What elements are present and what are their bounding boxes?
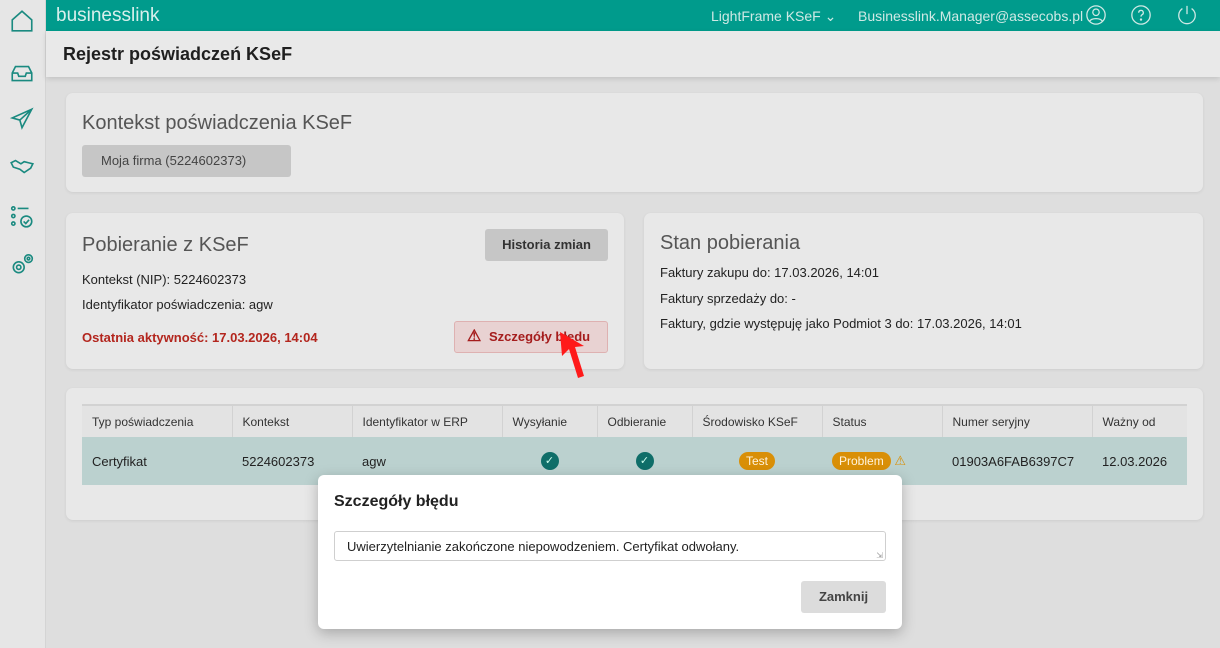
context-nip: Kontekst (NIP): 5224602373 xyxy=(82,272,247,287)
cell-serial: 01903A6FAB6397C7 xyxy=(942,437,1092,485)
status-title: Stan pobierania xyxy=(660,232,801,254)
col-header[interactable]: Identyfikator w ERP xyxy=(352,404,503,437)
resize-handle-icon[interactable]: ⇲ xyxy=(876,551,883,560)
close-button[interactable]: Zamknij xyxy=(801,581,886,613)
col-header[interactable]: Typ poświadczenia xyxy=(82,404,233,437)
cursor-arrow-icon xyxy=(560,332,584,378)
brand-logo[interactable]: businesslink xyxy=(56,5,160,27)
sidebar xyxy=(0,0,46,648)
context-card: Kontekst poświadczenia KSeF Moja firma (… xyxy=(66,93,1203,192)
download-title: Pobieranie z KSeF xyxy=(82,234,249,256)
chevron-down-icon: ⌄ xyxy=(824,8,837,24)
col-header[interactable]: Wysyłanie xyxy=(502,404,598,437)
inbox-icon[interactable] xyxy=(9,60,35,86)
user-email[interactable]: Businesslink.Manager@assecobs.pl xyxy=(858,8,1083,24)
home-icon[interactable] xyxy=(9,8,35,34)
power-icon[interactable] xyxy=(1176,4,1198,26)
dialog-title: Szczegóły błędu xyxy=(334,493,459,510)
col-header[interactable]: Środowisko KSeF xyxy=(692,404,823,437)
check-icon: ✓ xyxy=(540,452,559,470)
context-title: Kontekst poświadczenia KSeF xyxy=(82,112,353,134)
checklist-icon[interactable] xyxy=(9,203,35,229)
table-header-row: Typ poświadczenia Kontekst Identyfikator… xyxy=(82,404,1187,437)
history-button[interactable]: Historia zmian xyxy=(485,229,608,261)
error-message-textarea[interactable]: Uwierzytelnianie zakończone niepowodzeni… xyxy=(334,531,886,561)
app-name: LightFrame KSeF xyxy=(711,8,821,24)
cell-type: Certyfikat xyxy=(82,437,232,485)
context-value: Moja firma (5224602373) xyxy=(101,153,247,168)
page-title: Rejestr poświadczeń KSeF xyxy=(63,44,293,64)
top-bar: businesslink LightFrame KSeF ⌄ Businessl… xyxy=(46,0,1220,31)
settings-icon[interactable] xyxy=(9,251,35,277)
col-header[interactable]: Odbieranie xyxy=(597,404,693,437)
warning-icon[interactable]: ⚠ xyxy=(894,453,906,468)
last-activity: Ostatnia aktywność: 17.03.2026, 14:04 xyxy=(82,330,318,345)
error-details-dialog: Szczegóły błędu Uwierzytelnianie zakończ… xyxy=(318,475,902,629)
status-line: Faktury sprzedaży do: - xyxy=(660,291,796,306)
status-card: Stan pobierania Faktury zakupu do: 17.03… xyxy=(644,213,1203,369)
credentials-table: Typ poświadczenia Kontekst Identyfikator… xyxy=(82,404,1187,485)
col-header[interactable]: Numer seryjny xyxy=(942,404,1093,437)
app-switcher[interactable]: LightFrame KSeF ⌄ xyxy=(711,8,836,25)
cell-valid-from: 12.03.2026 xyxy=(1092,437,1187,485)
env-badge: Test xyxy=(738,452,775,470)
help-icon[interactable] xyxy=(1130,4,1152,26)
status-line: Faktury zakupu do: 17.03.2026, 14:01 xyxy=(660,265,879,280)
error-message: Uwierzytelnianie zakończone niepowodzeni… xyxy=(347,539,740,554)
col-header[interactable]: Kontekst xyxy=(232,404,353,437)
col-header[interactable]: Ważny od xyxy=(1092,404,1187,437)
check-icon: ✓ xyxy=(635,452,654,470)
status-line: Faktury, gdzie występuję jako Podmiot 3 … xyxy=(660,316,1022,331)
credential-id: Identyfikator poświadczenia: agw xyxy=(82,297,273,312)
status-badge: Problem xyxy=(832,452,891,470)
col-header[interactable]: Status xyxy=(822,404,943,437)
warning-icon: ⚠ xyxy=(467,328,482,345)
handshake-icon[interactable] xyxy=(9,153,35,179)
send-icon[interactable] xyxy=(9,106,35,132)
page-header: Rejestr poświadczeń KSeF xyxy=(46,31,1220,77)
context-select[interactable]: Moja firma (5224602373) xyxy=(82,145,291,177)
user-icon[interactable] xyxy=(1085,4,1107,26)
download-card: Pobieranie z KSeF Historia zmian Konteks… xyxy=(66,213,624,369)
